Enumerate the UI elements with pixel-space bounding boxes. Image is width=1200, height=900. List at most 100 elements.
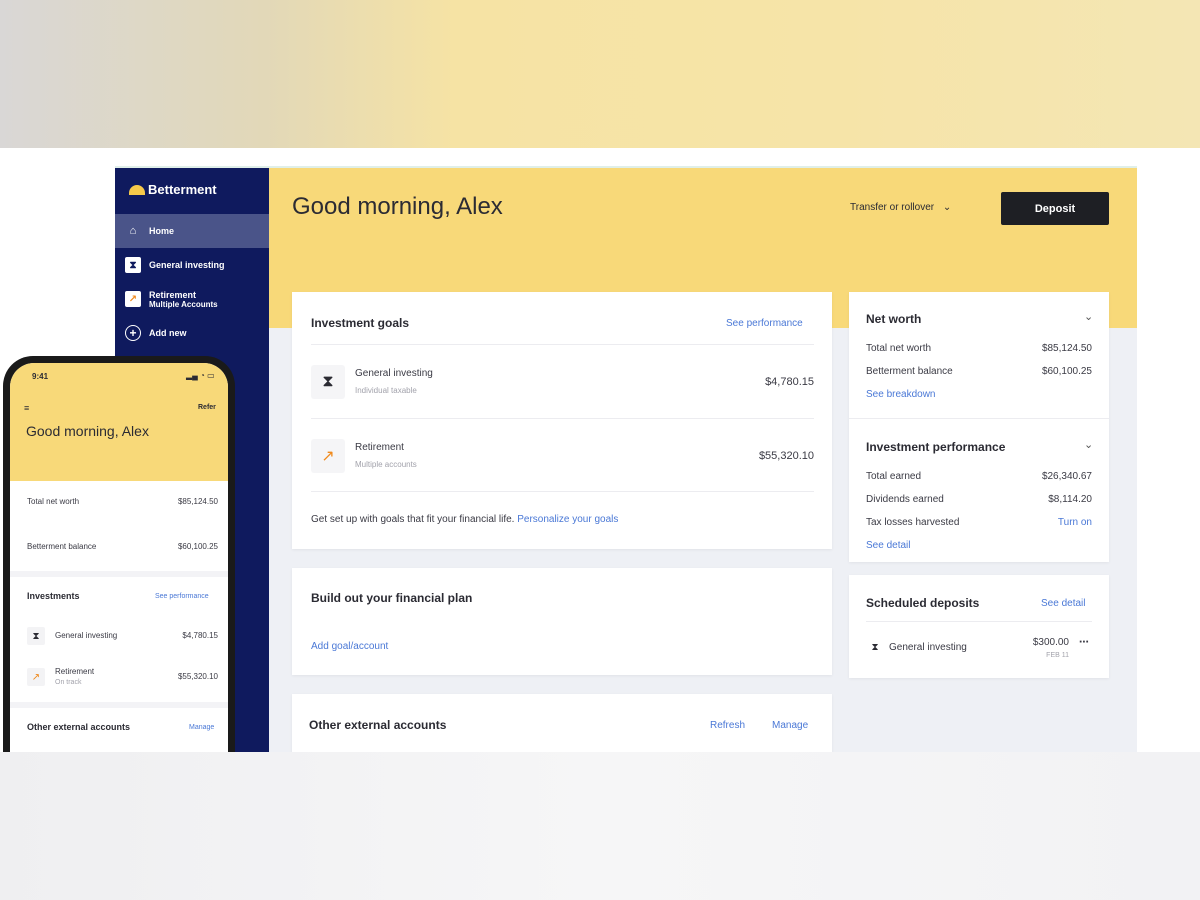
chevron-down-icon[interactable]: ⌄ xyxy=(1084,310,1093,323)
add-goal-link[interactable]: Add goal/account xyxy=(311,641,388,652)
investment-goals-card: Investment goals See performance ⧗ Gener… xyxy=(292,292,832,549)
phone-greeting: Good morning, Alex xyxy=(26,423,149,439)
goal-name: Retirement xyxy=(355,442,404,453)
page-title: Good morning, Alex xyxy=(292,193,503,220)
total-net-worth-value: $85,124.50 xyxy=(177,497,218,506)
brand-logo[interactable]: Betterment xyxy=(129,182,217,197)
phone-mockup: 9:41 ▂▄ ◔ ▭ ≡ Refer Good morning, Alex T… xyxy=(3,356,235,752)
refer-link[interactable]: Refer xyxy=(198,404,216,411)
net-worth-card: Net worth ⌄ Total net worth $85,124.50 B… xyxy=(849,292,1109,562)
deposit-button[interactable]: Deposit xyxy=(1001,192,1109,225)
retirement-icon: ↗ xyxy=(27,668,45,686)
logo-icon xyxy=(129,184,145,195)
home-icon: ⌂ xyxy=(129,225,137,237)
refresh-link[interactable]: Refresh xyxy=(710,720,745,731)
card-title: Build out your financial plan xyxy=(311,591,473,605)
external-accounts-card: Other external accounts Refresh Manage xyxy=(292,694,832,752)
personalize-goals-link[interactable]: Personalize your goals xyxy=(517,514,618,525)
phone-net-worth-card: Total net worth $85,124.50 Betterment ba… xyxy=(10,481,228,571)
item-name: General investing xyxy=(55,631,118,640)
card-title: Other external accounts xyxy=(309,718,447,732)
external-title: Other external accounts xyxy=(27,722,131,732)
plus-circle-icon: + xyxy=(125,325,141,341)
financial-plan-card: Build out your financial plan Add goal/a… xyxy=(292,568,832,675)
dividends-value: $8,114.20 xyxy=(1048,494,1092,505)
goals-footer-text: Get set up with goals that fit your fina… xyxy=(311,514,515,525)
divider xyxy=(849,418,1109,419)
see-breakdown-link[interactable]: See breakdown xyxy=(866,389,936,400)
signal-wifi-battery-icon: ▂▄ ◔ ▭ xyxy=(186,371,215,380)
chevron-down-icon: ⌄ xyxy=(942,202,952,213)
general-investing-icon: ⧗ xyxy=(866,638,884,656)
goal-value: $55,320.10 xyxy=(758,450,814,462)
goal-name: General investing xyxy=(355,368,433,379)
scheduled-deposits-card: Scheduled deposits See detail ⧗ General … xyxy=(849,575,1109,678)
retirement-icon: ↗ xyxy=(311,439,345,473)
turn-on-link[interactable]: Turn on xyxy=(989,517,1092,528)
divider xyxy=(866,621,1092,622)
performance-title: Investment performance xyxy=(866,440,1006,454)
sidebar-item-label: Retirement Multiple Accounts xyxy=(149,290,218,309)
desktop-app: Betterment ⌂ Home ⧗ General investing ↗ … xyxy=(115,166,1137,752)
see-detail-link[interactable]: See detail xyxy=(1041,598,1085,609)
sidebar-item-subtitle: Multiple Accounts xyxy=(149,299,218,309)
divider xyxy=(311,418,814,419)
total-net-worth-label: Total net worth xyxy=(27,497,80,506)
more-options-icon[interactable]: ⋯ xyxy=(1075,637,1089,648)
see-detail-link[interactable]: See detail xyxy=(866,540,910,551)
tax-losses-label: Tax losses harvested xyxy=(866,517,960,528)
item-value: $55,320.10 xyxy=(177,672,218,681)
goals-footer: Get set up with goals that fit your fina… xyxy=(311,514,618,525)
general-investing-icon: ⧗ xyxy=(125,257,141,273)
status-time: 9:41 xyxy=(32,372,49,381)
manage-link[interactable]: Manage xyxy=(189,724,214,731)
item-value: $4,780.15 xyxy=(182,631,218,640)
balance-label: Betterment balance xyxy=(866,366,953,377)
menu-icon[interactable]: ≡ xyxy=(24,403,29,413)
phone-external-card: Other external accounts Manage xyxy=(10,708,228,752)
transfer-dropdown[interactable]: Transfer or rollover ⌄ xyxy=(850,202,951,213)
sidebar-item-title: Retirement xyxy=(149,289,197,300)
bottom-background xyxy=(0,752,1200,900)
sidebar-item-home[interactable]: ⌂ Home xyxy=(115,214,269,248)
card-title: Net worth xyxy=(866,312,922,326)
see-performance-link[interactable]: See performance xyxy=(726,318,803,329)
brand-name: Betterment xyxy=(148,182,217,197)
goal-subtitle: Multiple accounts xyxy=(355,460,417,469)
item-subtitle: On track xyxy=(55,679,82,686)
investments-title: Investments xyxy=(27,591,80,601)
sidebar-item-retirement[interactable]: ↗ Retirement Multiple Accounts xyxy=(115,282,269,316)
divider xyxy=(311,491,814,492)
dividends-label: Dividends earned xyxy=(866,494,944,505)
deposit-goal-name: General investing xyxy=(889,642,967,653)
deposit-date: FEB 11 xyxy=(1046,652,1069,659)
general-investing-icon: ⧗ xyxy=(27,627,45,645)
sidebar-item-label: Add new xyxy=(149,328,187,338)
goal-value: $4,780.15 xyxy=(765,376,814,388)
total-earned-label: Total earned xyxy=(866,471,922,482)
sidebar-item-label: Home xyxy=(149,226,175,236)
chevron-down-icon[interactable]: ⌄ xyxy=(1084,438,1093,451)
transfer-label: Transfer or rollover xyxy=(850,202,935,213)
goal-subtitle: Individual taxable xyxy=(355,386,417,395)
divider xyxy=(311,344,814,345)
total-earned-value: $26,340.67 xyxy=(1041,471,1092,482)
balance-value: $60,100.25 xyxy=(1041,366,1092,377)
sidebar-item-general-investing[interactable]: ⧗ General investing xyxy=(115,248,269,282)
manage-link[interactable]: Manage xyxy=(772,720,808,731)
main-content: Good morning, Alex Transfer or rollover … xyxy=(269,168,1137,752)
general-investing-icon: ⧗ xyxy=(311,365,345,399)
net-worth-value: $85,124.50 xyxy=(1041,343,1092,354)
phone-investments-card: Investments See performance ⧗ General in… xyxy=(10,577,228,702)
see-performance-link[interactable]: See performance xyxy=(155,593,209,600)
sidebar-item-add-new[interactable]: + Add new xyxy=(115,316,269,350)
item-name: Retirement xyxy=(55,667,95,676)
deposit-amount: $300.00 xyxy=(1032,637,1069,648)
card-title: Investment goals xyxy=(311,316,410,330)
card-title: Scheduled deposits xyxy=(866,596,980,610)
phone-header: 9:41 ▂▄ ◔ ▭ ≡ Refer Good morning, Alex xyxy=(10,363,228,481)
net-worth-label: Total net worth xyxy=(866,343,932,354)
retirement-icon: ↗ xyxy=(125,291,141,307)
top-background xyxy=(0,0,1200,148)
balance-label: Betterment balance xyxy=(27,542,97,551)
